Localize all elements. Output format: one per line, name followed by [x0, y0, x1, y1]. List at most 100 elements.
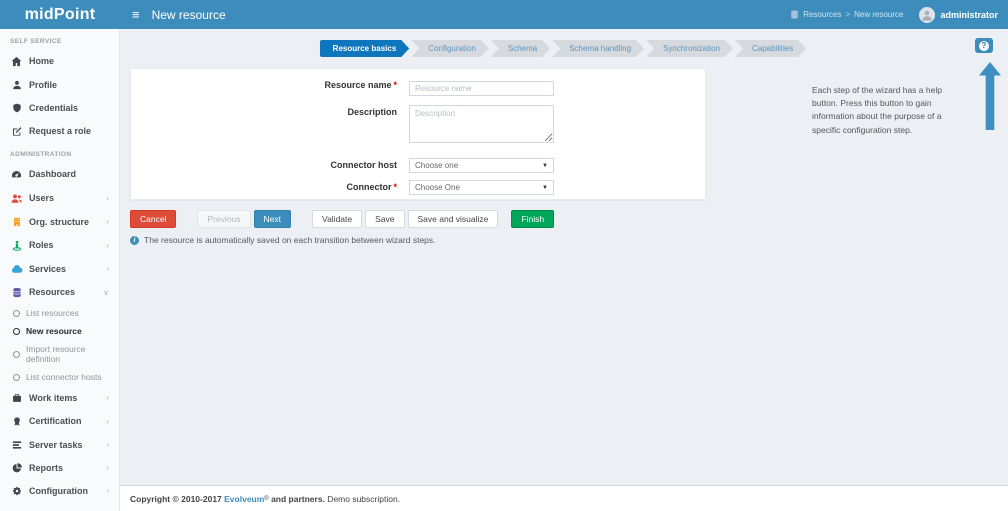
sidebar-item-label: Services [29, 263, 67, 274]
submenu-item-list-connector-hosts[interactable]: List connector hosts [0, 368, 119, 386]
wizard-steps: Resource basics Configuration Schema Sch… [120, 29, 1008, 57]
breadcrumb-section[interactable]: Resources [803, 10, 841, 19]
sidebar-item-home[interactable]: Home [0, 49, 119, 73]
sidebar-item-configuration[interactable]: Configuration ‹ [0, 479, 119, 502]
sidebar-item-org-structure[interactable]: Org. structure ‹ [0, 210, 119, 233]
description-label: Description [131, 105, 409, 120]
header-right: Resources > New resource administrator [790, 6, 1008, 23]
dropdown-caret-icon: ▼ [542, 184, 548, 191]
description-textarea[interactable] [409, 105, 554, 143]
sidebar-item-work-items[interactable]: Work items ‹ [0, 386, 119, 409]
sidebar-item-label: Request a role [29, 125, 92, 136]
sidebar-item-certification[interactable]: Certification ‹ [0, 409, 119, 433]
users-icon [10, 193, 23, 204]
resource-name-input[interactable] [409, 81, 554, 96]
wizard-step-schema-handling[interactable]: Schema handling [552, 40, 644, 57]
building-icon [10, 217, 23, 227]
form-row-connector: Connector * Choose One ▼ [131, 180, 705, 195]
help-hint-text: Each step of the wizard has a help butto… [812, 85, 942, 135]
label-text: Resource name [324, 80, 392, 90]
sidebar-item-users[interactable]: Users ‹ [0, 186, 119, 210]
chevron-down-icon: ∨ [103, 287, 109, 297]
sidebar-item-label: Users [29, 193, 55, 203]
next-button[interactable]: Next [253, 210, 292, 228]
section-administration: ADMINISTRATION [10, 151, 72, 158]
resource-basics-form-panel: Resource name* Description Connector hos… [130, 68, 706, 200]
arrow-up-icon [979, 62, 1001, 130]
circle-icon [13, 327, 20, 335]
submenu-item-import-resource-definition[interactable]: Import resource definition [0, 340, 119, 368]
breadcrumb-current: New resource [854, 10, 904, 19]
connector-host-select[interactable]: Choose one ▼ [409, 158, 554, 173]
partners-text: and partners. [268, 493, 325, 504]
autosave-note: i The resource is automatically saved on… [130, 235, 436, 245]
sidebar-item-roles[interactable]: Roles ‹ [0, 233, 119, 257]
sidebar-item-label: Home [29, 56, 55, 66]
breadcrumb: Resources > New resource [790, 10, 903, 19]
user-menu[interactable]: administrator [919, 6, 998, 23]
footer: Copyright © 2010-2017 Evolveum ® and par… [120, 485, 1008, 511]
top-header: midPoint ≡ New resource Resources > New … [0, 0, 1008, 29]
sidebar-item-label: Resources [29, 287, 76, 297]
wizard-step-configuration[interactable]: Configuration [411, 40, 489, 57]
info-icon: i [130, 235, 139, 245]
validate-button[interactable]: Validate [312, 210, 363, 228]
sidebar-item-server-tasks[interactable]: Server tasks ‹ [0, 433, 119, 456]
sidebar-item-credentials[interactable]: Credentials [0, 96, 119, 119]
submenu-item-list-resources[interactable]: List resources [0, 304, 119, 322]
chevron-left-icon: ‹ [106, 393, 109, 402]
sidebar-item-resources[interactable]: Resources ∨ [0, 280, 119, 304]
database-icon [790, 10, 799, 19]
label-text: Connector [346, 182, 392, 192]
resource-name-label: Resource name * [131, 78, 409, 93]
chevron-left-icon: ‹ [106, 440, 109, 449]
sidebar-item-label: Org. structure [29, 216, 90, 227]
wizard-step-schema[interactable]: Schema [491, 40, 550, 57]
connector-select[interactable]: Choose One ▼ [409, 180, 554, 195]
main-content: Resource basics Configuration Schema Sch… [120, 29, 1008, 511]
sidebar-item-reports[interactable]: Reports ‹ [0, 456, 119, 479]
submenu-item-label: Import resource definition [26, 344, 86, 364]
cancel-button[interactable]: Cancel [130, 210, 177, 228]
required-asterisk: * [393, 182, 397, 192]
street-view-icon [10, 240, 23, 251]
evolveum-link[interactable]: Evolveum [224, 494, 264, 504]
username: administrator [940, 9, 998, 20]
chevron-left-icon: ‹ [106, 240, 109, 250]
sidebar-item-dashboard[interactable]: Dashboard [0, 162, 119, 186]
gear-icon [10, 486, 23, 496]
sidebar-item-request-a-role[interactable]: Request a role [0, 119, 119, 142]
chevron-left-icon: ‹ [106, 416, 109, 426]
circle-icon [13, 373, 20, 381]
app-logo[interactable]: midPoint [0, 6, 120, 24]
finish-button[interactable]: Finish [511, 210, 555, 228]
tasks-icon [10, 440, 23, 450]
connector-host-label: Connector host [131, 158, 409, 173]
hamburger-menu-icon[interactable]: ≡ [120, 0, 152, 29]
sidebar-item-services[interactable]: Services ‹ [0, 257, 119, 280]
certificate-icon [10, 416, 23, 427]
wizard-step-resource-basics[interactable]: Resource basics [320, 40, 410, 57]
selected-value: Choose One [415, 183, 460, 192]
chevron-left-icon: ‹ [106, 486, 109, 495]
submenu-item-new-resource[interactable]: New resource [0, 322, 119, 340]
pie-chart-icon [10, 462, 23, 473]
sidebar-item-label: Roles [29, 240, 54, 250]
chevron-left-icon: ‹ [106, 193, 109, 203]
help-button[interactable]: ? [975, 38, 993, 53]
cloud-icon [10, 264, 23, 274]
wizard-step-synchronization[interactable]: Synchronization [646, 40, 733, 57]
save-and-visualize-button[interactable]: Save and visualize [407, 210, 499, 228]
save-button[interactable]: Save [365, 210, 405, 228]
sidebar-item-label: Configuration [29, 485, 88, 496]
avatar [919, 6, 936, 23]
required-asterisk: * [393, 80, 397, 90]
home-icon [10, 56, 23, 67]
circle-icon [13, 309, 20, 317]
connector-label: Connector * [131, 180, 409, 195]
autosave-note-text: The resource is automatically saved on e… [144, 235, 436, 245]
previous-button[interactable]: Previous [197, 210, 251, 228]
wizard-step-capabilities[interactable]: Capabilities [735, 40, 806, 57]
sidebar-item-profile[interactable]: Profile [0, 73, 119, 96]
page-title: New resource [151, 7, 226, 22]
